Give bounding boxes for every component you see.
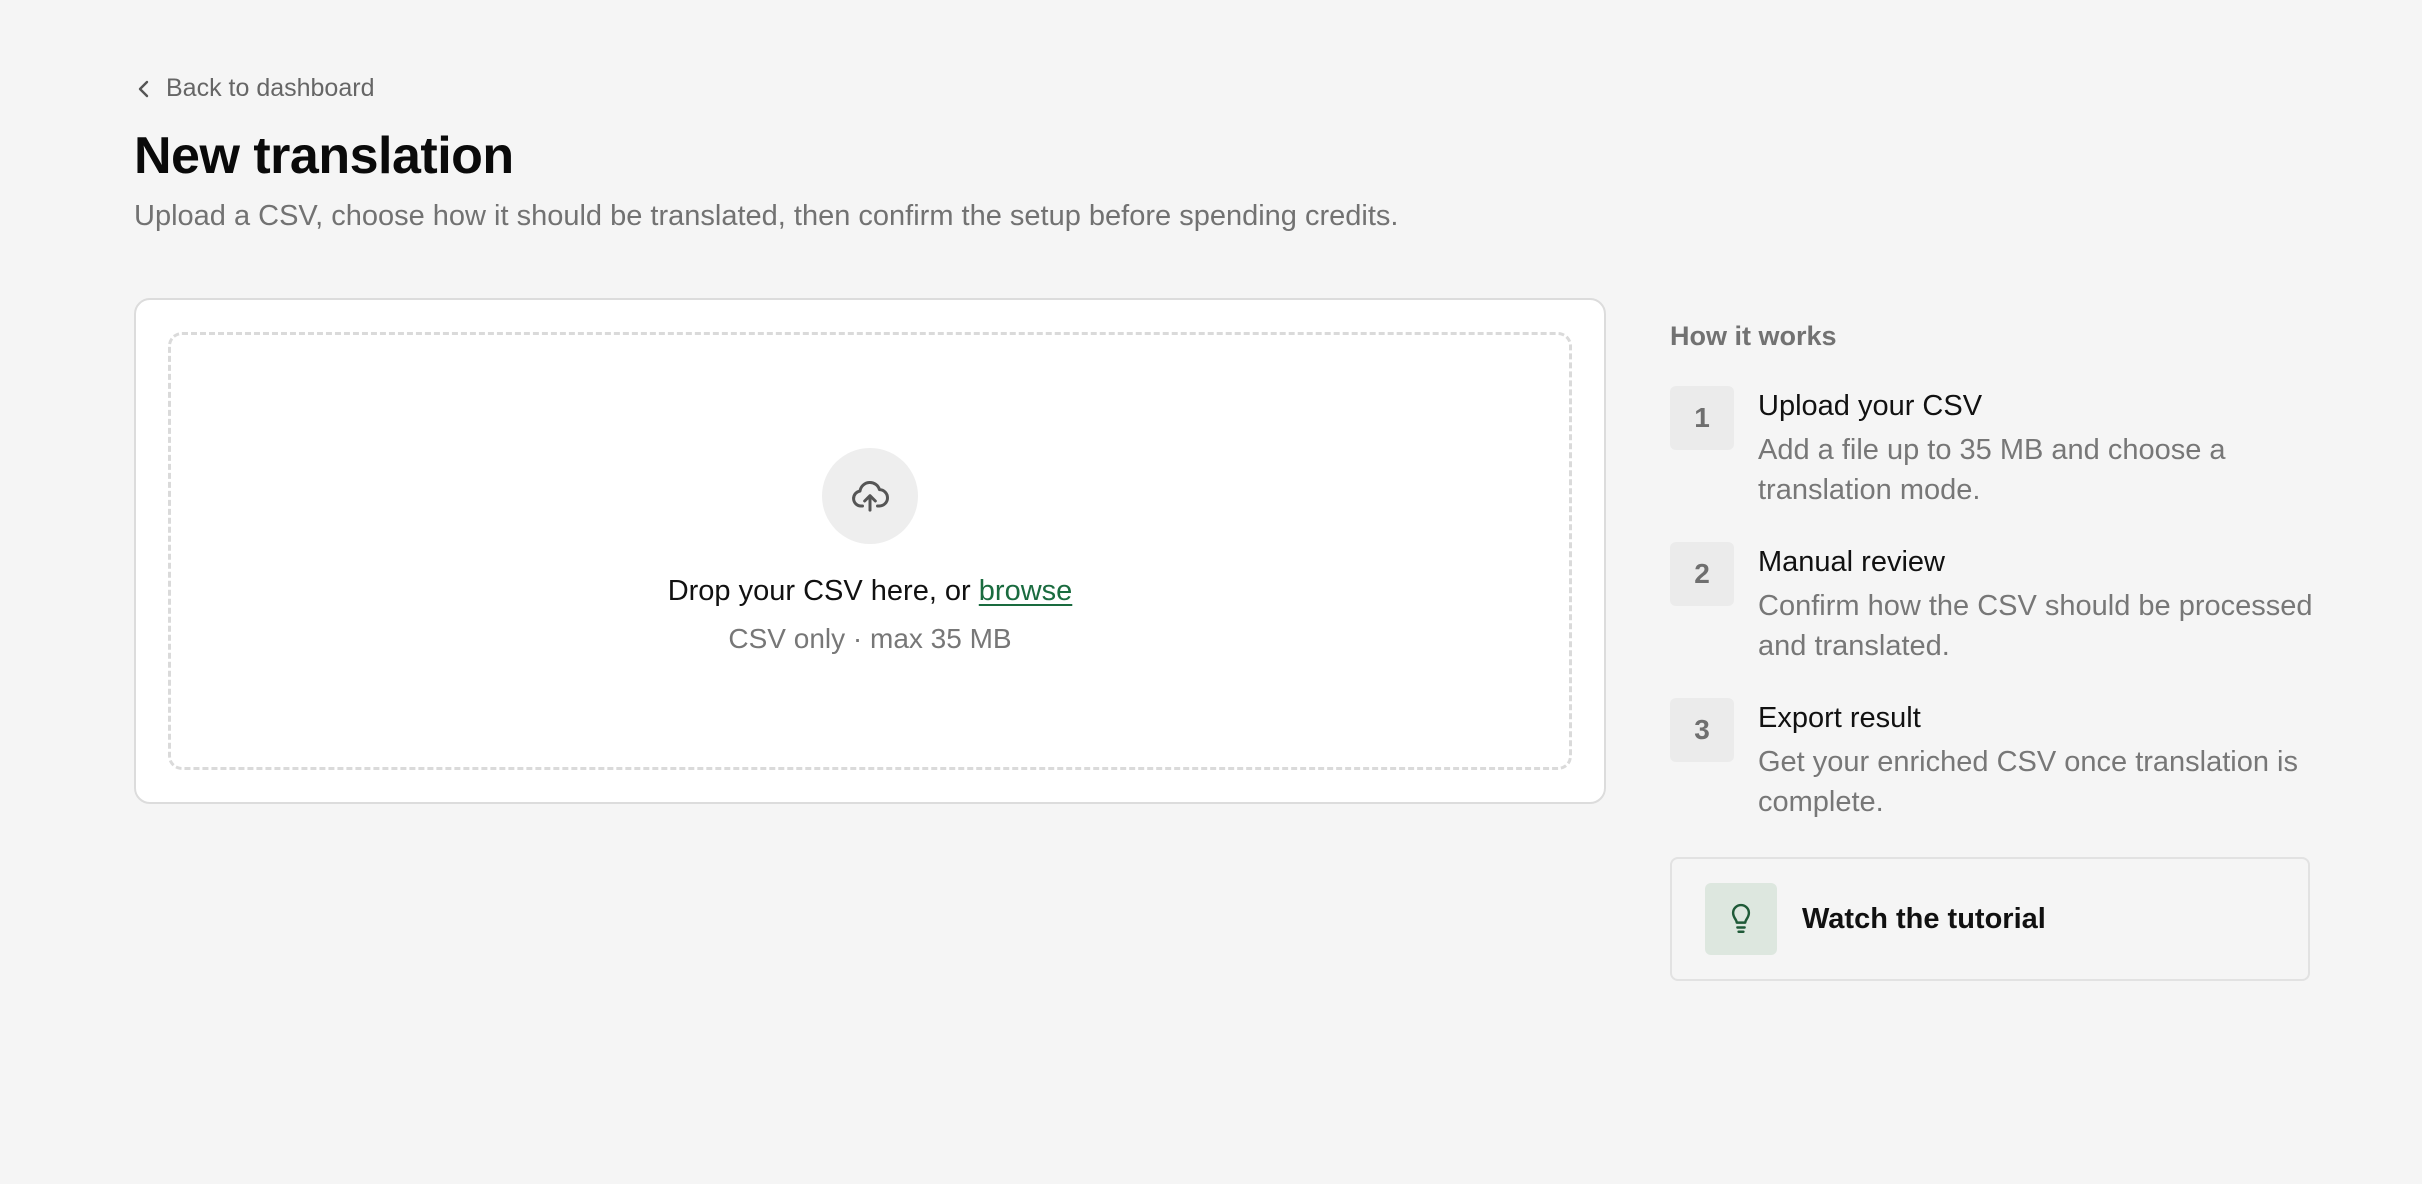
step-number: 3: [1670, 698, 1734, 762]
step-title: Export result: [1758, 702, 1921, 734]
step-description: Confirm how the CSV should be processed …: [1758, 590, 2313, 662]
back-link-label: Back to dashboard: [166, 74, 375, 102]
step-upload: 1 Upload your CSV Add a file up to 35 MB…: [1670, 386, 2310, 526]
cloud-upload-icon: [822, 448, 918, 544]
csv-dropzone[interactable]: Drop your CSV here, or browse CSV only ·…: [168, 332, 1572, 770]
page-title: New translation: [134, 127, 514, 185]
lightbulb-icon: [1705, 883, 1777, 955]
step-number: 2: [1670, 542, 1734, 606]
browse-link[interactable]: browse: [979, 575, 1073, 607]
page-subtitle: Upload a CSV, choose how it should be tr…: [134, 200, 1399, 232]
upload-card: Drop your CSV here, or browse CSV only ·…: [134, 298, 1606, 804]
step-number: 1: [1670, 386, 1734, 450]
watch-tutorial-button[interactable]: Watch the tutorial: [1670, 857, 2310, 981]
step-title: Manual review: [1758, 546, 1945, 578]
step-manual-review: 2 Manual review Confirm how the CSV shou…: [1670, 542, 2313, 682]
how-it-works-panel: How it works 1 Upload your CSV Add a fil…: [1670, 316, 2313, 981]
step-export: 3 Export result Get your enriched CSV on…: [1670, 698, 2310, 838]
drop-instructions: Drop your CSV here, or browse: [171, 571, 1569, 611]
tutorial-label: Watch the tutorial: [1802, 903, 2046, 935]
drop-prefix-text: Drop your CSV here, or: [667, 575, 979, 607]
how-it-works-heading: How it works: [1670, 321, 1837, 351]
chevron-left-icon: [134, 79, 154, 99]
file-constraints-hint: CSV only · max 35 MB: [728, 623, 1012, 654]
new-translation-page: Back to dashboard New translation Upload…: [134, 0, 2313, 1184]
step-title: Upload your CSV: [1758, 390, 1983, 422]
step-description: Add a file up to 35 MB and choose a tran…: [1758, 434, 2226, 506]
step-description: Get your enriched CSV once translation i…: [1758, 746, 2298, 818]
back-to-dashboard-link[interactable]: Back to dashboard: [134, 74, 374, 103]
